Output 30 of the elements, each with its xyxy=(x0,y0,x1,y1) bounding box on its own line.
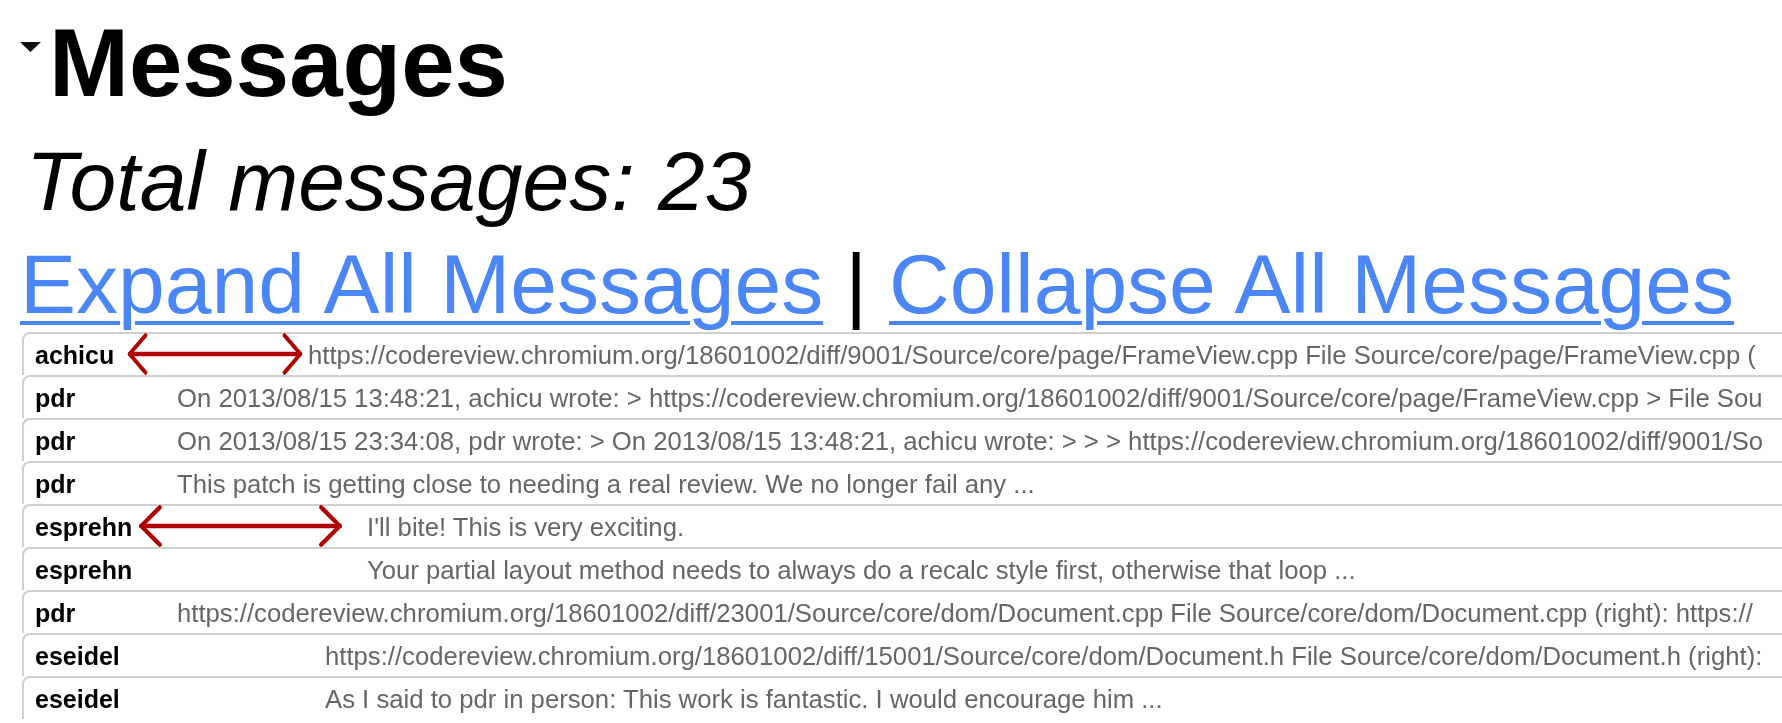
message-author: pdr xyxy=(35,384,76,413)
message-author: achicu xyxy=(35,341,115,370)
message-snippet: https://codereview.chromium.org/18601002/diff/23001/Source/core/dom/Document.cpp File Source/core/dom/Document.cpp (right): https:// xyxy=(177,599,1753,628)
message-row[interactable]: esprehn I'll bite! This is very exciting. xyxy=(22,504,1782,547)
message-row[interactable]: pdr https://codereview.chromium.org/18601002/diff/23001/Source/core/dom/Document.cpp File Source/core/dom/Document.cpp (right): https:// xyxy=(22,590,1782,633)
message-snippet: https://codereview.chromium.org/18601002/diff/9001/Source/core/page/FrameView.cpp File Source/core/page/FrameView.cpp ( xyxy=(308,341,1756,370)
message-snippet: On 2013/08/15 13:48:21, achicu wrote: > https://codereview.chromium.org/18601002/diff/9001/Source/core/page/FrameView.cpp > File Sou xyxy=(177,384,1763,413)
message-author: pdr xyxy=(35,470,76,499)
message-author: eseidel xyxy=(35,642,120,671)
message-row[interactable]: eseidel As I said to pdr in person: This work is fantastic. I would encourage him ... xyxy=(22,676,1782,719)
message-snippet: Your partial layout method needs to always do a recalc style first, otherwise that loop ... xyxy=(367,556,1356,585)
message-snippet: This patch is getting close to needing a real review. We no longer fail any ... xyxy=(177,470,1035,499)
message-snippet: https://codereview.chromium.org/18601002/diff/15001/Source/core/dom/Document.h File Source/core/dom/Document.h (right): xyxy=(325,642,1763,671)
caret-icon[interactable] xyxy=(20,42,41,52)
message-snippet: I'll bite! This is very exciting. xyxy=(367,513,685,542)
message-author: esprehn xyxy=(35,556,133,585)
message-count: Total messages: 23 xyxy=(26,133,753,230)
message-author: pdr xyxy=(35,599,76,628)
message-row[interactable]: pdr On 2013/08/15 13:48:21, achicu wrote: > https://codereview.chromium.org/18601002/diff/9001/Source/core/page/FrameView.cpp > File Sou xyxy=(22,375,1782,418)
message-author: esprehn xyxy=(35,513,133,542)
message-row[interactable]: eseidel https://codereview.chromium.org/18601002/diff/15001/Source/core/dom/Document.h File Source/core/dom/Document.h (right): xyxy=(22,633,1782,676)
message-row[interactable]: pdr This patch is getting close to needing a real review. We no longer fail any ... xyxy=(22,461,1782,504)
message-row[interactable]: pdr On 2013/08/15 23:34:08, pdr wrote: > On 2013/08/15 13:48:21, achicu wrote: > > > https://codereview.chromium.org/18601002/diff/9001/So xyxy=(22,418,1782,461)
message-snippet: On 2013/08/15 23:34:08, pdr wrote: > On 2013/08/15 13:48:21, achicu wrote: > > > https://codereview.chromium.org/18601002/diff/9001/So xyxy=(177,427,1764,456)
message-author: eseidel xyxy=(35,685,120,714)
message-row[interactable]: achicu https://codereview.chromium.org/18601002/diff/9001/Source/core/page/FrameView.cpp File Source/core/page/FrameView.cpp ( xyxy=(22,332,1782,375)
message-snippet: As I said to pdr in person: This work is fantastic. I would encourage him ... xyxy=(325,685,1163,714)
message-author: pdr xyxy=(35,427,76,456)
message-row[interactable]: esprehn Your partial layout method needs to always do a recalc style first, otherwise that loop ... xyxy=(22,547,1782,590)
section-title: Messages xyxy=(49,8,508,119)
